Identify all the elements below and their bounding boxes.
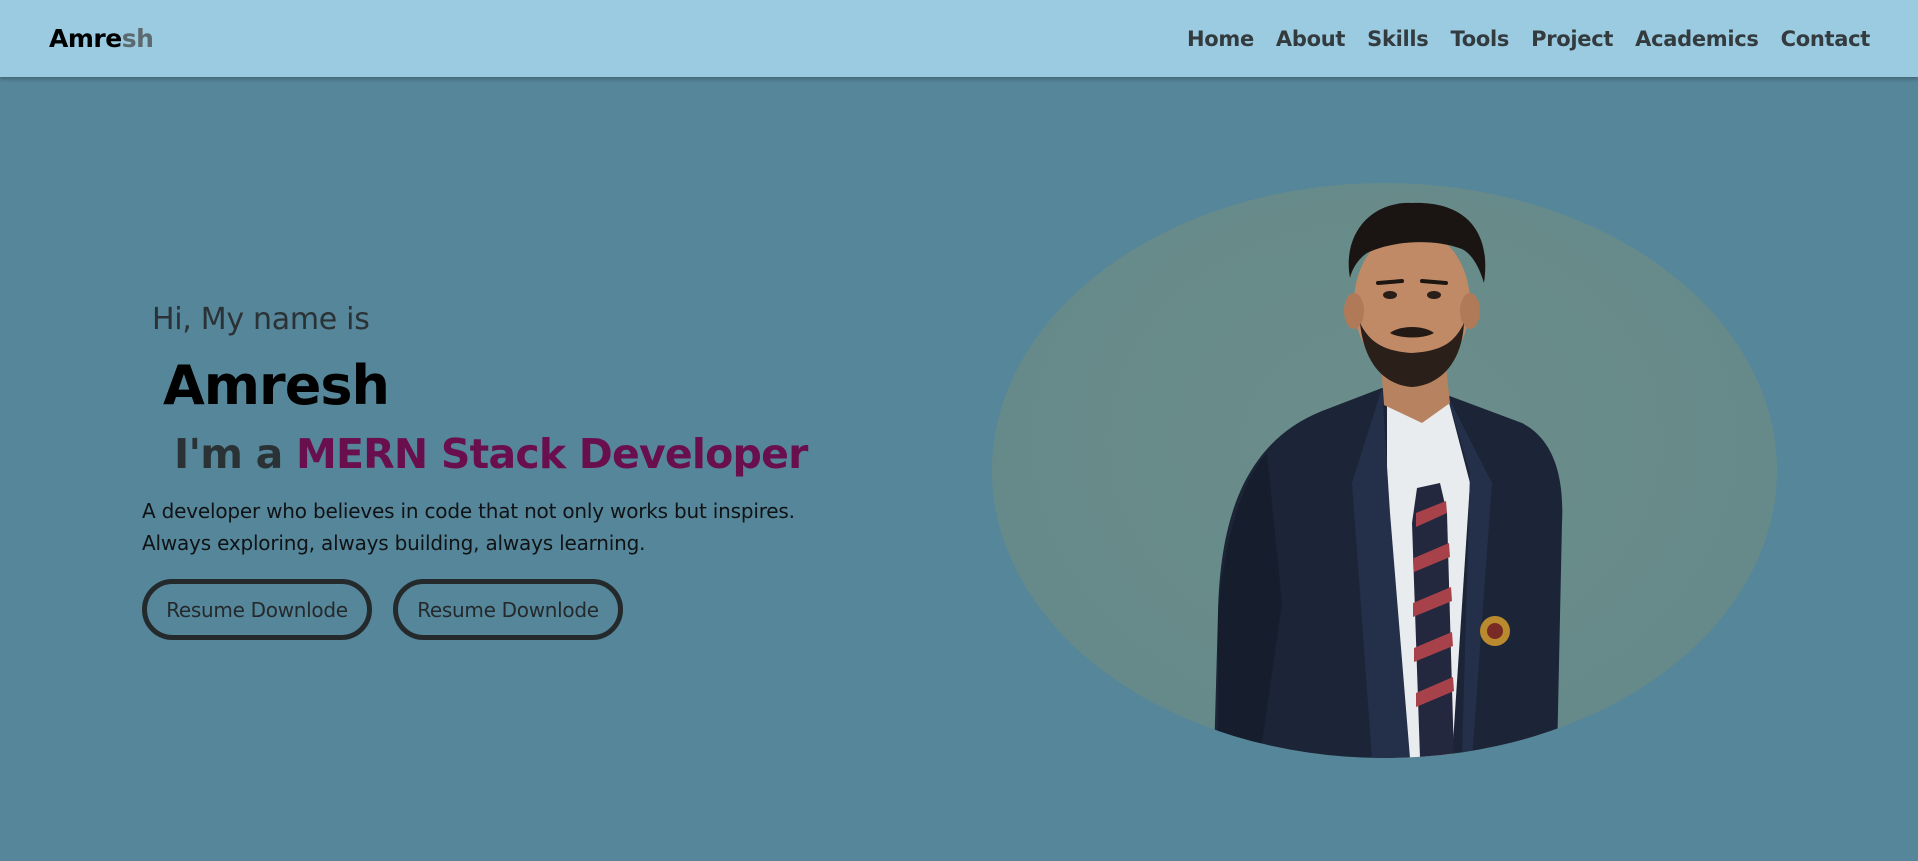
resume-download-button-2[interactable]: Resume Downlode — [393, 579, 623, 640]
brand-part-1: Amre — [49, 24, 122, 53]
brand-part-2: sh — [121, 24, 154, 53]
role-accent: MERN Stack Developer — [295, 430, 808, 478]
nav-home[interactable]: Home — [1187, 27, 1254, 51]
brand-logo[interactable]: Amresh — [49, 24, 154, 53]
resume-download-button-1[interactable]: Resume Downlode — [142, 579, 372, 640]
profile-photo — [992, 183, 1777, 758]
hero-name: Amresh — [163, 354, 390, 417]
hero-description: A developer who believes in code that no… — [142, 499, 795, 555]
hero-greeting: Hi, My name is — [152, 302, 370, 337]
navbar: Amresh Home About Skills Tools Project A… — [0, 0, 1918, 77]
nav-academics[interactable]: Academics — [1635, 27, 1759, 51]
hero-role: I'm a MERN Stack Developer — [174, 430, 808, 478]
hero-buttons: Resume Downlode Resume Downlode — [142, 579, 623, 640]
person-illustration — [1214, 202, 1563, 758]
role-prefix: I'm a — [174, 430, 296, 478]
nav-tools[interactable]: Tools — [1451, 27, 1510, 51]
nav-project[interactable]: Project — [1531, 27, 1613, 51]
nav-contact[interactable]: Contact — [1781, 27, 1871, 51]
nav-about[interactable]: About — [1276, 27, 1346, 51]
nav-skills[interactable]: Skills — [1367, 27, 1429, 51]
nav-links: Home About Skills Tools Project Academic… — [1187, 27, 1870, 51]
